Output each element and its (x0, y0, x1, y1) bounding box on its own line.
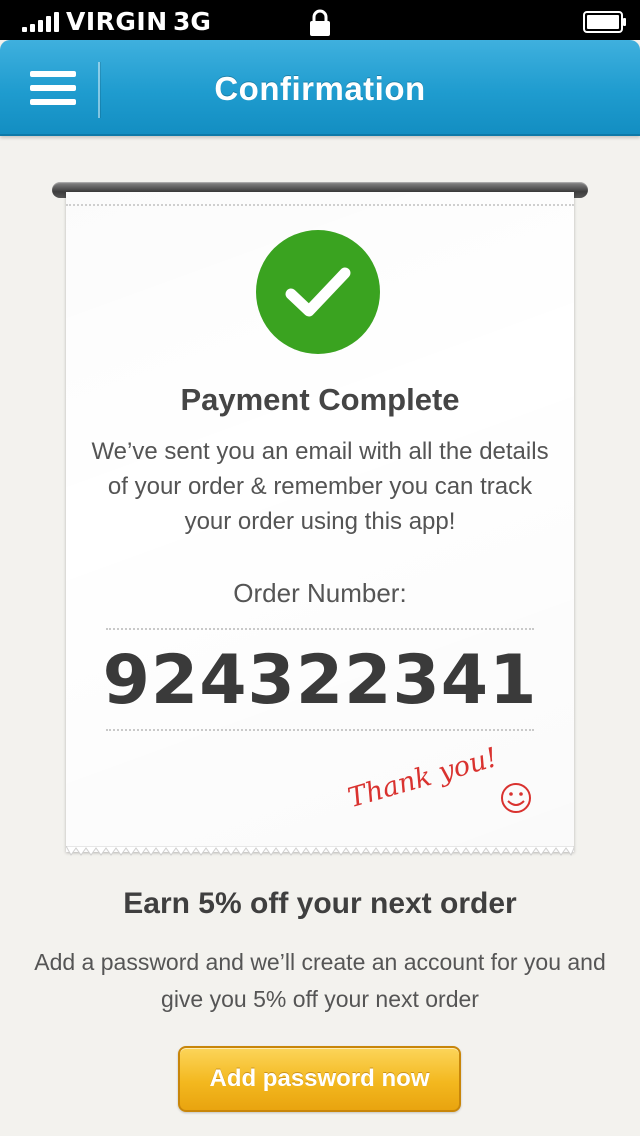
divider (106, 729, 534, 731)
promo-description: Add a password and we’ll create an accou… (34, 949, 606, 1012)
signal-icon (22, 12, 62, 32)
smiley-icon (501, 783, 531, 813)
thank-you-text: Thank you! (345, 742, 501, 814)
divider (106, 628, 534, 630)
page-title: Confirmation (214, 70, 426, 107)
network-type: 3G (173, 7, 211, 36)
receipt-torn-edge (66, 846, 574, 857)
status-bar: VIRGIN 3G (0, 0, 640, 40)
navigation-bar: Confirmation (0, 40, 640, 136)
order-number-label: Order Number: (233, 578, 407, 608)
success-badge (256, 230, 380, 354)
payment-message: We’ve sent you an email with all the det… (91, 438, 549, 535)
battery-icon (583, 11, 626, 33)
promo-title: Earn 5% off your next order (123, 887, 517, 920)
add-password-button[interactable]: Add password now (178, 1046, 461, 1112)
receipt-card: Payment Complete We’ve sent you an email… (66, 192, 574, 852)
lock-icon (310, 9, 330, 36)
payment-title: Payment Complete (180, 382, 460, 417)
order-number: 924322341 (102, 641, 538, 720)
thank-you-signature: Thank you! (345, 742, 531, 814)
checkmark-icon (285, 267, 351, 317)
carrier-name: VIRGIN (66, 7, 168, 36)
perforation-line (66, 204, 574, 206)
